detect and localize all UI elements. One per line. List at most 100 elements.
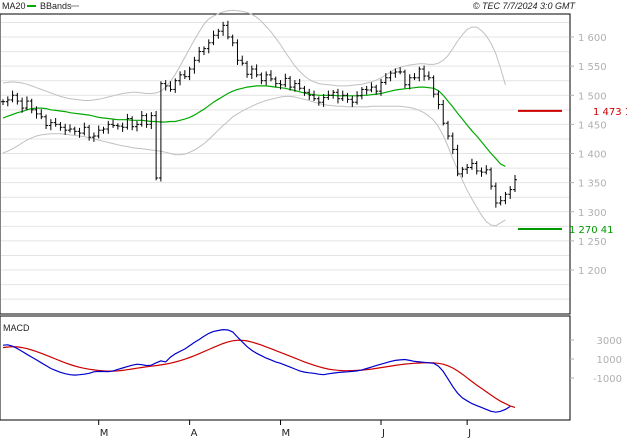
bband-lower-line <box>2 95 506 227</box>
ohlc-bar <box>201 46 206 56</box>
price-grid <box>1 21 569 300</box>
ohlc-bar <box>484 165 489 175</box>
ohlc-bar <box>53 117 58 127</box>
price-tick-label: 1 450 <box>578 120 607 131</box>
macd-axis-ticks: 3000 1000 -1000 <box>570 336 622 385</box>
price-tick-label: 1 600 <box>578 33 607 44</box>
x-tick-label: M <box>282 428 291 439</box>
ohlc-bar <box>345 92 350 103</box>
ohlc-bar <box>91 132 96 142</box>
ohlc-bar <box>149 112 154 130</box>
copyright-text: © TEC 7/7/2024 3:0 GMT <box>473 1 577 11</box>
ohlc-bar <box>450 132 455 155</box>
ohlc-bar <box>72 126 77 135</box>
ohlc-bar <box>426 71 431 81</box>
price-tick-label: 1 500 <box>578 91 607 102</box>
macd-tick-label: 3000 <box>597 336 622 347</box>
x-tick-label: M <box>100 428 109 439</box>
ohlc-bar <box>364 85 369 95</box>
ohlc-bar <box>240 55 245 66</box>
ohlc-bar <box>245 60 250 78</box>
ohlc-bar <box>441 99 446 126</box>
ohlc-bar <box>221 21 226 36</box>
ohlc-bar <box>359 87 364 100</box>
ohlc-bar <box>96 125 101 139</box>
price-tick-label: 1 550 <box>578 62 607 73</box>
ohlc-bar <box>187 66 192 81</box>
x-axis: MAMJJ <box>98 420 471 439</box>
ohlc-bar <box>178 71 183 86</box>
ohlc-bar <box>63 123 68 135</box>
ohlc-bar <box>331 90 336 99</box>
ohlc-bar <box>211 30 216 46</box>
ohlc-bar <box>29 98 34 114</box>
price-panel-frame <box>0 13 571 315</box>
ohlc-bar <box>436 90 441 110</box>
ohlc-bar <box>503 191 508 205</box>
price-tick-label: 1 350 <box>578 179 607 190</box>
ohlc-bar <box>10 90 15 103</box>
chart-container: MA20 BBands © TEC 7/7/2024 3:0 GMT 1 600… <box>0 0 627 440</box>
ohlc-bar <box>24 96 29 111</box>
bbands-legend-label: BBands <box>40 1 72 11</box>
ohlc-bar <box>273 76 278 88</box>
ohlc-bar <box>446 120 451 140</box>
price-tick-label: 1 300 <box>578 208 607 219</box>
bband-upper-line <box>2 9 506 101</box>
ohlc-bar <box>350 95 355 107</box>
ohlc-bar <box>268 70 273 82</box>
price-tick-label: 1 400 <box>578 150 607 161</box>
bbands-layer <box>2 9 506 227</box>
ohlc-bar <box>259 72 264 85</box>
chart-svg: MA20 BBands © TEC 7/7/2024 3:0 GMT 1 600… <box>0 1 627 439</box>
x-tick-label: J <box>381 428 385 439</box>
ohlc-bar <box>235 39 240 65</box>
x-tick-label: A <box>191 428 198 439</box>
signal-line <box>2 339 516 408</box>
ohlc-bar <box>479 167 484 177</box>
ohlc-bar <box>182 70 187 79</box>
ohlc-bar <box>1 99 5 106</box>
ohlc-bar <box>39 109 44 120</box>
macd-tick-label: -1000 <box>593 374 622 385</box>
ohlc-bar <box>58 122 63 131</box>
ohlc-bar <box>44 114 49 130</box>
ohlc-bar <box>249 65 254 79</box>
macd-lines-layer <box>2 328 516 413</box>
ohlc-bar <box>5 96 10 107</box>
ohlc-bar <box>465 163 470 174</box>
ohlc-bar <box>130 116 135 131</box>
macd-panel-title: MACD <box>3 323 30 333</box>
ohlc-bar <box>374 84 379 95</box>
ohlc-bar <box>134 120 139 132</box>
ohlc-bar <box>417 66 422 82</box>
ohlc-bar <box>455 144 460 177</box>
ohlc-bar <box>67 124 72 133</box>
ohlc-bar <box>111 119 116 128</box>
ohlc-bar <box>312 90 317 102</box>
ohlc-bar <box>302 85 307 96</box>
ohlc-bar <box>192 56 197 74</box>
ohlc-bar <box>288 76 293 91</box>
ma20-layer <box>2 85 506 167</box>
ohlc-bar <box>412 73 417 81</box>
ma20-line <box>2 85 506 167</box>
price-tick-label: 1 200 <box>578 266 607 277</box>
ohlc-bar <box>422 65 427 81</box>
ohlc-bar <box>402 69 407 89</box>
ohlc-bar <box>513 175 517 192</box>
ohlc-bar <box>383 73 388 85</box>
ohlc-bar <box>230 34 235 47</box>
ohlc-bar <box>407 74 412 90</box>
ohlc-bar <box>125 113 130 130</box>
levels-layer: 1 473 1 1 270 41 <box>518 107 627 236</box>
ohlc-bar <box>489 167 494 190</box>
ohlc-bar <box>316 96 321 106</box>
ohlc-bar <box>431 75 436 98</box>
price-axis-ticks: 1 600 1 550 1 500 1 450 1 400 1 350 1 300 1 250… <box>570 33 607 277</box>
ohlc-bar <box>158 81 163 182</box>
macd-line <box>2 328 511 413</box>
ohlc-bar <box>369 82 374 93</box>
ohlc-bar <box>355 91 360 105</box>
x-tick-label: J <box>467 428 471 439</box>
